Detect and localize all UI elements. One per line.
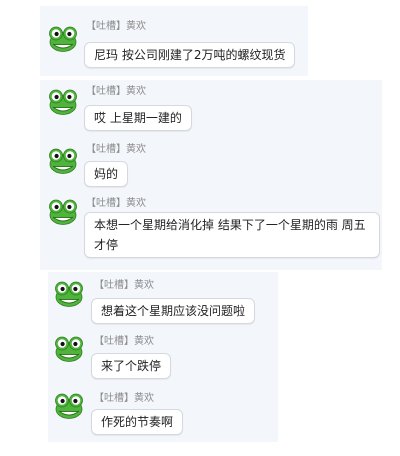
message-bubble: 作死的节奏啊: [91, 409, 184, 435]
frog-avatar-icon[interactable]: [48, 198, 78, 226]
frog-avatar-icon[interactable]: [48, 25, 78, 53]
sender-name: 【吐槽】黄欢: [94, 393, 154, 404]
message-bubble: 尼玛 按公司刚建了2万吨的螺纹现货: [84, 42, 296, 68]
sender-name: 【吐槽】黄欢: [86, 144, 146, 155]
frog-avatar-icon[interactable]: [48, 88, 78, 116]
frog-avatar-icon[interactable]: [54, 280, 84, 308]
message-bubble: 本想一个星期给消化掉 结果下了一个星期的雨 周五才停: [84, 212, 380, 258]
sender-name: 【吐槽】黄欢: [86, 198, 146, 209]
message-bubble: 来了个跌停: [91, 353, 172, 379]
message-bubble: 哎 上星期一建的: [84, 105, 192, 131]
sender-name: 【吐槽】黄欢: [86, 21, 146, 32]
sender-name: 【吐槽】黄欢: [94, 336, 154, 347]
frog-avatar-icon[interactable]: [48, 147, 78, 175]
frog-avatar-icon[interactable]: [54, 335, 84, 363]
frog-avatar-icon[interactable]: [54, 392, 84, 420]
message-bubble: 想着这个星期应该没问题啦: [91, 298, 256, 324]
message-bubble: 妈的: [84, 161, 129, 187]
sender-name: 【吐槽】黄欢: [86, 86, 146, 97]
sender-name: 【吐槽】黄欢: [94, 280, 154, 291]
